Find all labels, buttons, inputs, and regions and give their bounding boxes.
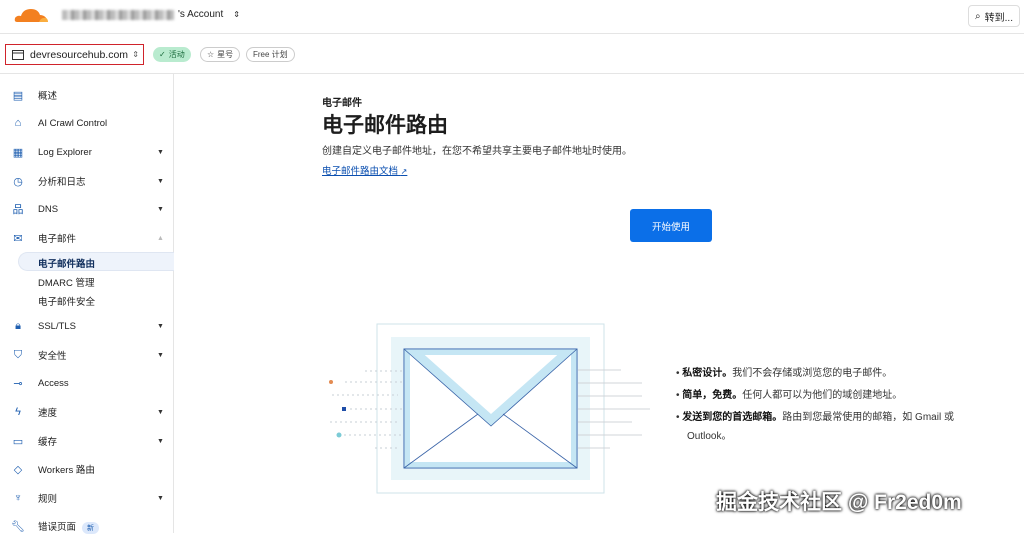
account-switcher[interactable]: 's Account ⇕	[62, 9, 240, 20]
sidebar-item-cache[interactable]: ▭ 缓存 ▼	[0, 429, 173, 453]
sidebar-item-ai-crawl[interactable]: ⌂ AI Crawl Control	[0, 111, 173, 135]
caret-down-icon: ▼	[157, 351, 164, 359]
plan-badge[interactable]: Free 计划	[246, 47, 295, 62]
sidebar-item-security[interactable]: ⛉ 安全性 ▼	[0, 343, 173, 367]
envelope-illustration	[329, 323, 650, 494]
log-file-icon: ▦	[12, 146, 24, 159]
sidebar-item-dns[interactable]: 品 DNS ▼	[0, 197, 173, 221]
caret-down-icon: ▼	[157, 148, 164, 156]
sidebar-item-ssl[interactable]: 🔒︎ SSL/TLS ▼	[0, 314, 173, 338]
browser-window-icon	[12, 49, 24, 60]
feature-bullet: • 简单，免费。任何人都可以为他们的域创建地址。	[676, 390, 903, 401]
sidebar-sub-dmarc[interactable]: DMARC 管理	[38, 275, 94, 289]
top-bar: 's Account ⇕ ⌕ 转到...	[0, 0, 1024, 34]
goto-button[interactable]: ⌕ 转到...	[968, 5, 1020, 27]
star-button[interactable]: ☆ 星号	[200, 47, 241, 62]
feature-bullet: • 私密设计。我们不会存储或浏览您的电子邮件。	[676, 368, 893, 379]
sidebar-sub-email-security[interactable]: 电子邮件安全	[38, 294, 95, 308]
zone-selector[interactable]: devresourcehub.com ⇕	[5, 44, 144, 65]
zone-bar: devresourcehub.com ⇕ ✓ 活动 ☆ 星号 Free 计划	[0, 35, 1024, 74]
new-badge: 新	[82, 521, 100, 534]
robot-icon: ⌂	[14, 117, 22, 129]
caret-down-icon: ▼	[157, 437, 164, 445]
bolt-icon: ϟ	[15, 406, 21, 418]
workers-icon: ◇	[13, 463, 23, 476]
chart-pie-icon: ◷	[13, 175, 23, 188]
shield-icon: ⛉	[13, 348, 23, 361]
rules-icon: ♆	[13, 492, 23, 504]
docs-link[interactable]: 电子邮件路由文档 ↗	[322, 163, 407, 177]
sidebar-item-log-explorer[interactable]: ▦ Log Explorer ▼	[0, 140, 173, 164]
chevron-updown-icon: ⇕	[233, 10, 240, 19]
caret-down-icon: ▼	[157, 408, 164, 416]
sidebar-item-error-pages[interactable]: 🔧︎ 错误页面新	[0, 514, 173, 538]
sidebar-item-access[interactable]: ⊸ Access	[0, 371, 173, 395]
page-description: 创建自定义电子邮件地址，在您不希望共享主要电子邮件地址时使用。	[322, 146, 632, 157]
network-icon: 品	[12, 204, 24, 216]
caret-down-icon: ▼	[157, 322, 164, 330]
lock-icon: 🔒︎	[15, 319, 21, 332]
page-title: 电子邮件路由	[322, 114, 448, 137]
caret-down-icon: ▼	[157, 205, 164, 213]
chevron-updown-icon: ⇕	[132, 50, 139, 59]
star-icon: ☆	[207, 50, 215, 59]
caret-down-icon: ▼	[157, 177, 164, 185]
clipboard-icon: ▤	[12, 89, 24, 102]
external-link-icon: ↗	[400, 167, 408, 176]
search-icon: ⌕	[975, 10, 981, 22]
cache-icon: ▭	[12, 435, 24, 448]
feature-bullet: • 发送到您的首选邮箱。路由到您最常使用的邮箱，如 Gmail 或 Outloo…	[676, 412, 954, 442]
caret-down-icon: ▼	[157, 494, 164, 502]
status-badge: ✓ 活动	[153, 47, 191, 62]
sidebar-item-workers[interactable]: ◇ Workers 路由	[0, 457, 173, 481]
caret-up-icon: ▲	[157, 234, 164, 242]
sidebar-sub-email-routing[interactable]: 电子邮件路由	[38, 256, 95, 270]
access-icon: ⊸	[13, 377, 23, 390]
cloudflare-logo[interactable]	[13, 7, 49, 23]
start-button[interactable]: 开始使用	[630, 209, 712, 242]
envelope-icon: ✉	[13, 232, 23, 245]
sidebar: ▤ 概述 ⌂ AI Crawl Control ▦ Log Explorer ▼ ◷ 分析…	[0, 74, 174, 534]
check-icon: ✓	[159, 50, 166, 59]
watermark: 掘金技术社区 @ Fr2ed0m	[716, 491, 962, 514]
sidebar-item-overview[interactable]: ▤ 概述	[0, 83, 173, 107]
sidebar-item-email[interactable]: ✉ 电子邮件 ▲	[0, 226, 173, 250]
wrench-icon: 🔧︎	[11, 520, 25, 533]
account-name-blurred	[62, 9, 174, 20]
sidebar-item-analytics[interactable]: ◷ 分析和日志 ▼	[0, 169, 173, 193]
sidebar-item-speed[interactable]: ϟ 速度 ▼	[0, 400, 173, 424]
sidebar-item-rules[interactable]: ♆ 规则 ▼	[0, 486, 173, 510]
eyebrow: 电子邮件	[322, 98, 362, 109]
